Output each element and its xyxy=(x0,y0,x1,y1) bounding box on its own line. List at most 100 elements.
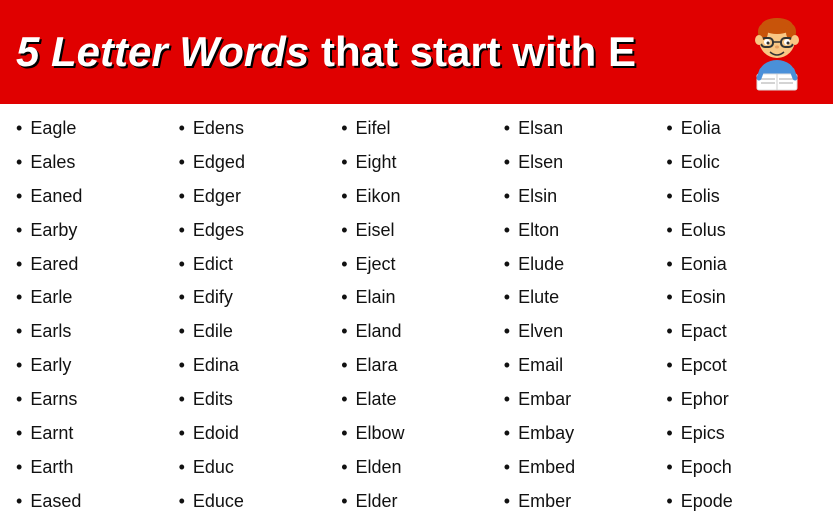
word-item: •Elara xyxy=(335,349,498,383)
word-item: • Eolia xyxy=(660,112,823,146)
word-text: Eolis xyxy=(681,183,720,211)
word-text: Earle xyxy=(30,284,72,312)
bullet-icon: • xyxy=(504,284,510,312)
bullet-icon: • xyxy=(666,318,672,346)
word-item: •Eosin xyxy=(660,281,823,315)
word-item: • Edges xyxy=(173,214,336,248)
page-header: 5 Letter Words that start with E xyxy=(0,0,833,104)
bullet-icon: • xyxy=(179,217,185,245)
word-item: •Edoid xyxy=(173,417,336,451)
word-item: • Eolis xyxy=(660,180,823,214)
word-item: •Earle xyxy=(10,281,173,315)
word-item: • Edger xyxy=(173,180,336,214)
bullet-icon: • xyxy=(341,352,347,380)
bullet-icon: • xyxy=(179,183,185,211)
word-item: •Earls xyxy=(10,315,173,349)
word-text: Eolia xyxy=(681,115,721,143)
word-column-col2: •Edens•Edged•Edger•Edges•Edict•Edify•Edi… xyxy=(173,112,336,519)
word-item: •Epoch xyxy=(660,451,823,485)
word-text: Edges xyxy=(193,217,244,245)
bullet-icon: • xyxy=(341,284,347,312)
bullet-icon: • xyxy=(666,488,672,516)
bullet-icon: • xyxy=(16,386,22,414)
word-text: Epics xyxy=(681,420,725,448)
word-text: Edict xyxy=(193,251,233,279)
word-item: • Educe xyxy=(173,485,336,519)
bullet-icon: • xyxy=(504,217,510,245)
bullet-icon: • xyxy=(179,488,185,516)
word-text: Epoch xyxy=(681,454,732,482)
word-text: Epode xyxy=(681,488,733,516)
word-text: Earth xyxy=(30,454,73,482)
word-text: Eaned xyxy=(30,183,82,211)
word-text: Elain xyxy=(356,284,396,312)
bullet-icon: • xyxy=(341,183,347,211)
word-item: •Epact xyxy=(660,315,823,349)
word-text: Early xyxy=(30,352,71,380)
bullet-icon: • xyxy=(504,352,510,380)
bullet-icon: • xyxy=(341,386,347,414)
word-text: Elsen xyxy=(518,149,563,177)
word-text: Eject xyxy=(356,251,396,279)
bullet-icon: • xyxy=(341,149,347,177)
bullet-icon: • xyxy=(666,183,672,211)
bullet-icon: • xyxy=(504,318,510,346)
bullet-icon: • xyxy=(16,217,22,245)
word-item: •Elsan xyxy=(498,112,661,146)
word-text: Ephor xyxy=(681,386,729,414)
word-text: Edens xyxy=(193,115,244,143)
word-item: •Eifel xyxy=(335,112,498,146)
bullet-icon: • xyxy=(666,386,672,414)
word-text: Elsin xyxy=(518,183,557,211)
word-text: Earby xyxy=(30,217,77,245)
word-item: •Edify xyxy=(173,281,336,315)
word-text: Edger xyxy=(193,183,241,211)
word-text: Email xyxy=(518,352,563,380)
word-text: Embay xyxy=(518,420,574,448)
word-text: Educe xyxy=(193,488,244,516)
word-text: Embar xyxy=(518,386,571,414)
word-column-col3: •Eifel•Eight•Eikon•Eisel•Eject•Elain•Ela… xyxy=(335,112,498,519)
word-item: •Edile xyxy=(173,315,336,349)
page-title: 5 Letter Words that start with E xyxy=(16,29,636,75)
word-text: Elude xyxy=(518,251,564,279)
bullet-icon: • xyxy=(666,284,672,312)
bullet-icon: • xyxy=(179,386,185,414)
word-item: • Email xyxy=(498,349,661,383)
word-item: •Elbow xyxy=(335,417,498,451)
word-text: Edits xyxy=(193,386,233,414)
bullet-icon: • xyxy=(666,352,672,380)
word-item: • Elate xyxy=(335,383,498,417)
word-item: • Earby xyxy=(10,214,173,248)
word-text: Edged xyxy=(193,149,245,177)
word-text: Elsan xyxy=(518,115,563,143)
bullet-icon: • xyxy=(16,115,22,143)
word-item: •Embay xyxy=(498,417,661,451)
bullet-icon: • xyxy=(179,420,185,448)
word-item: •Ember xyxy=(498,485,661,519)
word-text: Elden xyxy=(356,454,402,482)
word-column-col1: •Eagle•Eales•Eaned•Earby•Eared•Earle•Ear… xyxy=(10,112,173,519)
word-text: Ember xyxy=(518,488,571,516)
bullet-icon: • xyxy=(666,420,672,448)
bullet-icon: • xyxy=(16,420,22,448)
word-text: Eisel xyxy=(356,217,395,245)
bullet-icon: • xyxy=(341,251,347,279)
word-item: • Ephor xyxy=(660,383,823,417)
word-item: •Embar xyxy=(498,383,661,417)
word-text: Earls xyxy=(30,318,71,346)
word-item: • Eisel xyxy=(335,214,498,248)
word-item: •Embed xyxy=(498,451,661,485)
word-item: • Epics xyxy=(660,417,823,451)
bullet-icon: • xyxy=(179,284,185,312)
word-text: Elbow xyxy=(356,420,405,448)
word-column-col5: •Eolia•Eolic•Eolis•Eolus•Eonia•Eosin•Epa… xyxy=(660,112,823,519)
bullet-icon: • xyxy=(666,115,672,143)
word-text: Elate xyxy=(356,386,397,414)
word-item: •Eight xyxy=(335,146,498,180)
bullet-icon: • xyxy=(341,217,347,245)
bullet-icon: • xyxy=(341,115,347,143)
word-item: •Elude xyxy=(498,248,661,282)
word-item: •Early xyxy=(10,349,173,383)
word-item: •Elder xyxy=(335,485,498,519)
